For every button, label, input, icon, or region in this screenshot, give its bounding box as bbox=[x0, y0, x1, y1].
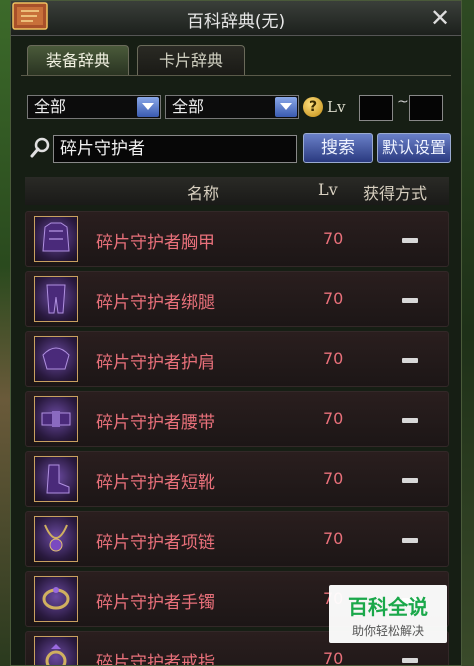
dash-icon bbox=[402, 358, 418, 363]
dash-icon bbox=[402, 238, 418, 243]
item-lv: 70 bbox=[323, 649, 344, 666]
close-icon: ✕ bbox=[429, 4, 451, 32]
item-lv: 70 bbox=[323, 289, 344, 308]
help-icon[interactable]: ? bbox=[303, 97, 323, 117]
table-header: 名称 Lv 获得方式 bbox=[25, 177, 449, 205]
item-name: 碎片守护者短靴 bbox=[96, 473, 215, 493]
table-row[interactable]: 碎片守护者胸甲 70 bbox=[25, 211, 449, 267]
search-input[interactable]: 碎片守护者 bbox=[53, 135, 297, 163]
tab-divider bbox=[21, 75, 451, 76]
dash-icon bbox=[402, 298, 418, 303]
table-row[interactable]: 碎片守护者项链 70 bbox=[25, 511, 449, 567]
item-name: 碎片守护者手镯 bbox=[96, 593, 215, 613]
table-row[interactable]: 碎片守护者短靴 70 bbox=[25, 451, 449, 507]
default-settings-button[interactable]: 默认设置 bbox=[377, 133, 451, 163]
item-name: 碎片守护者腰带 bbox=[96, 413, 215, 433]
item-lv: 70 bbox=[323, 409, 344, 428]
dash-icon bbox=[402, 478, 418, 483]
category-select-1-value: 全部 bbox=[34, 97, 67, 116]
category-select-2-value: 全部 bbox=[172, 97, 205, 116]
item-name: 碎片守护者护肩 bbox=[96, 353, 215, 373]
item-name: 碎片守护者绑腿 bbox=[96, 293, 215, 313]
leg-armor-icon bbox=[34, 276, 78, 322]
dash-icon bbox=[402, 418, 418, 423]
lv-label: Lv bbox=[327, 98, 346, 116]
table-row[interactable]: 碎片守护者腰带 70 bbox=[25, 391, 449, 447]
watermark-title: 百科全说 bbox=[348, 595, 428, 619]
column-header-lv: Lv bbox=[318, 180, 338, 199]
search-icon bbox=[29, 137, 51, 159]
item-lv: 70 bbox=[323, 229, 344, 248]
boots-icon bbox=[34, 456, 78, 502]
bracelet-icon bbox=[34, 576, 78, 622]
close-button[interactable]: ✕ bbox=[427, 5, 453, 31]
column-header-name: 名称 bbox=[187, 184, 220, 203]
item-lv: 70 bbox=[323, 349, 344, 368]
watermark-subtitle: 助你轻松解决 bbox=[351, 624, 424, 638]
item-name: 碎片守护者项链 bbox=[96, 533, 215, 553]
tab-card-dictionary[interactable]: 卡片辞典 bbox=[137, 45, 245, 75]
lv-max-input[interactable] bbox=[409, 95, 443, 121]
category-select-1[interactable]: 全部 bbox=[27, 95, 161, 119]
chevron-down-icon[interactable] bbox=[275, 97, 297, 117]
window-title: 百科辞典(无) bbox=[186, 12, 286, 32]
table-row[interactable]: 碎片守护者绑腿 70 bbox=[25, 271, 449, 327]
necklace-icon bbox=[34, 516, 78, 562]
table-row[interactable]: 碎片守护者护肩 70 bbox=[25, 331, 449, 387]
column-header-source: 获得方式 bbox=[363, 184, 428, 203]
search-button[interactable]: 搜索 bbox=[303, 133, 373, 163]
item-name: 碎片守护者胸甲 bbox=[96, 233, 215, 253]
title-bar[interactable]: 百科辞典(无) ✕ bbox=[11, 1, 461, 36]
chest-armor-icon bbox=[34, 216, 78, 262]
lv-min-input[interactable] bbox=[359, 95, 393, 121]
belt-icon bbox=[34, 396, 78, 442]
shoulder-armor-icon bbox=[34, 336, 78, 382]
dash-icon bbox=[402, 538, 418, 543]
item-lv: 70 bbox=[323, 529, 344, 548]
encyclopedia-window: 百科辞典(无) ✕ 装备辞典 卡片辞典 全部 全部 ? Lv ~ 碎片守护者 搜… bbox=[10, 0, 462, 666]
chevron-down-icon[interactable] bbox=[137, 97, 159, 117]
ring-icon bbox=[34, 636, 78, 665]
tab-equipment-dictionary[interactable]: 装备辞典 bbox=[27, 45, 129, 75]
dash-icon bbox=[402, 658, 418, 663]
item-name: 碎片守护者戒指 bbox=[96, 653, 215, 666]
item-lv: 70 bbox=[323, 469, 344, 488]
range-separator: ~ bbox=[397, 94, 409, 110]
background-right bbox=[460, 0, 474, 666]
category-select-2[interactable]: 全部 bbox=[165, 95, 299, 119]
watermark-logo: 百科全说 助你轻松解决 bbox=[329, 585, 447, 643]
